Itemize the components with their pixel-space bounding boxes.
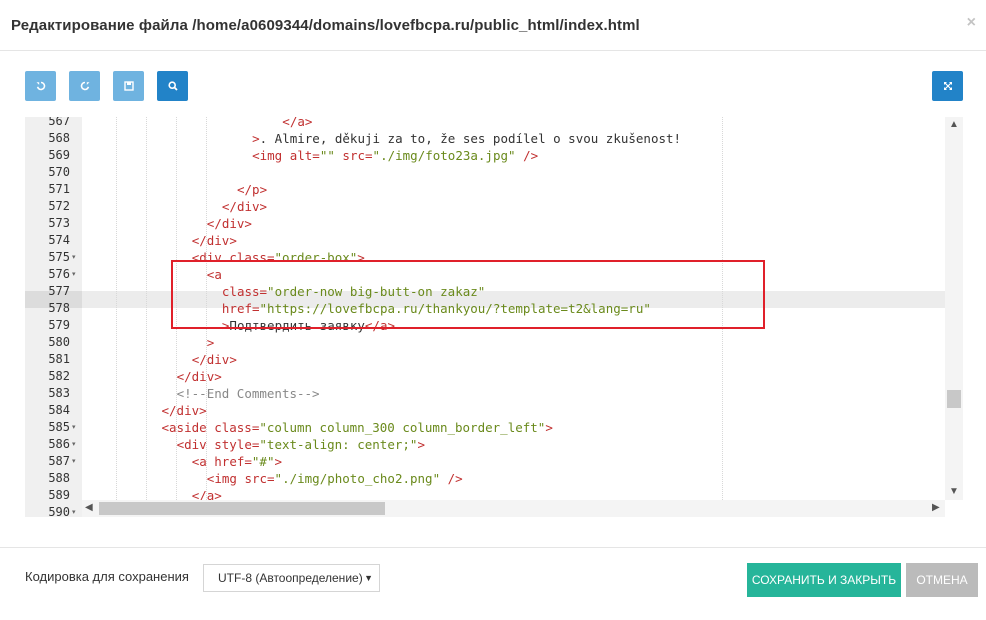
line-number: 573 — [48, 216, 70, 230]
dialog-title: Редактирование файла /home/a0609344/doma… — [11, 17, 640, 34]
save-icon — [123, 81, 134, 91]
fold-toggle-icon[interactable]: ▾ — [72, 453, 76, 470]
line-number-row: 587 ▾ — [25, 453, 963, 470]
line-number: 572 — [48, 199, 70, 213]
encoding-select-value: UTF-8 (Автоопределение) — [218, 571, 363, 585]
cancel-button[interactable]: ОТМЕНА — [906, 563, 978, 597]
search-button[interactable] — [157, 71, 188, 101]
save-button[interactable] — [113, 71, 144, 101]
fold-toggle-icon[interactable]: ▾ — [72, 419, 76, 436]
line-number-row: 580 — [25, 334, 963, 351]
line-number-row: 568 — [25, 130, 963, 147]
line-number-row: 588 — [25, 470, 963, 487]
line-number-row: 574 — [25, 232, 963, 249]
line-number: 569 — [48, 148, 70, 162]
fold-toggle-icon[interactable]: ▾ — [72, 266, 76, 283]
close-icon[interactable]: × — [967, 14, 976, 32]
fullscreen-button[interactable] — [932, 71, 963, 101]
line-number-row: 586 ▾ — [25, 436, 963, 453]
highlight-annotation-box — [171, 260, 765, 329]
redo-icon — [80, 81, 89, 91]
dialog-header: Редактирование файла /home/a0609344/doma… — [0, 0, 986, 51]
line-number-row: 590 ▾ — [25, 504, 963, 517]
line-number: 587 — [48, 454, 70, 468]
fold-toggle-icon[interactable]: ▾ — [72, 504, 76, 517]
line-number-row: 583 — [25, 385, 963, 402]
line-number: 570 — [48, 165, 70, 179]
line-number: 583 — [48, 386, 70, 400]
line-number: 567 — [48, 117, 70, 128]
line-number-row: 571 — [25, 181, 963, 198]
line-number: 574 — [48, 233, 70, 247]
line-number: 568 — [48, 131, 70, 145]
line-number-row: 585 ▾ — [25, 419, 963, 436]
chevron-down-icon: ▼ — [364, 573, 373, 583]
undo-icon — [36, 81, 45, 91]
line-number: 584 — [48, 403, 70, 417]
line-number: 580 — [48, 335, 70, 349]
line-number-row: 584 — [25, 402, 963, 419]
line-number: 579 — [48, 318, 70, 332]
line-number: 576 — [48, 267, 70, 281]
undo-button[interactable] — [25, 71, 56, 101]
line-number-row: 572 — [25, 198, 963, 215]
line-number-row: 581 — [25, 351, 963, 368]
save-and-close-button[interactable]: СОХРАНИТЬ И ЗАКРЫТЬ — [747, 563, 901, 597]
line-number: 575 — [48, 250, 70, 264]
line-number-row: 573 — [25, 215, 963, 232]
redo-button[interactable] — [69, 71, 100, 101]
line-number-row: 569 — [25, 147, 963, 164]
encoding-select[interactable]: UTF-8 (Автоопределение) ▼ — [203, 564, 380, 592]
line-number: 578 — [48, 301, 70, 315]
line-number: 582 — [48, 369, 70, 383]
line-number: 586 — [48, 437, 70, 451]
line-number: 589 — [48, 488, 70, 502]
line-number: 581 — [48, 352, 70, 366]
fold-toggle-icon[interactable]: ▾ — [72, 436, 76, 453]
fold-toggle-icon[interactable]: ▾ — [72, 249, 76, 266]
line-number: 571 — [48, 182, 70, 196]
line-number: 588 — [48, 471, 70, 485]
line-number-row: 567 — [25, 117, 963, 130]
line-number: 577 — [48, 284, 70, 298]
search-icon — [167, 81, 178, 91]
line-number-row: 570 — [25, 164, 963, 181]
line-number: 590 — [48, 505, 70, 517]
line-number-row: 582 — [25, 368, 963, 385]
fullscreen-icon — [943, 82, 952, 90]
line-number-row: 589 — [25, 487, 963, 504]
line-number: 585 — [48, 420, 70, 434]
encoding-label: Кодировка для сохранения — [25, 569, 189, 584]
file-editor-dialog: Редактирование файла /home/a0609344/doma… — [0, 0, 986, 620]
